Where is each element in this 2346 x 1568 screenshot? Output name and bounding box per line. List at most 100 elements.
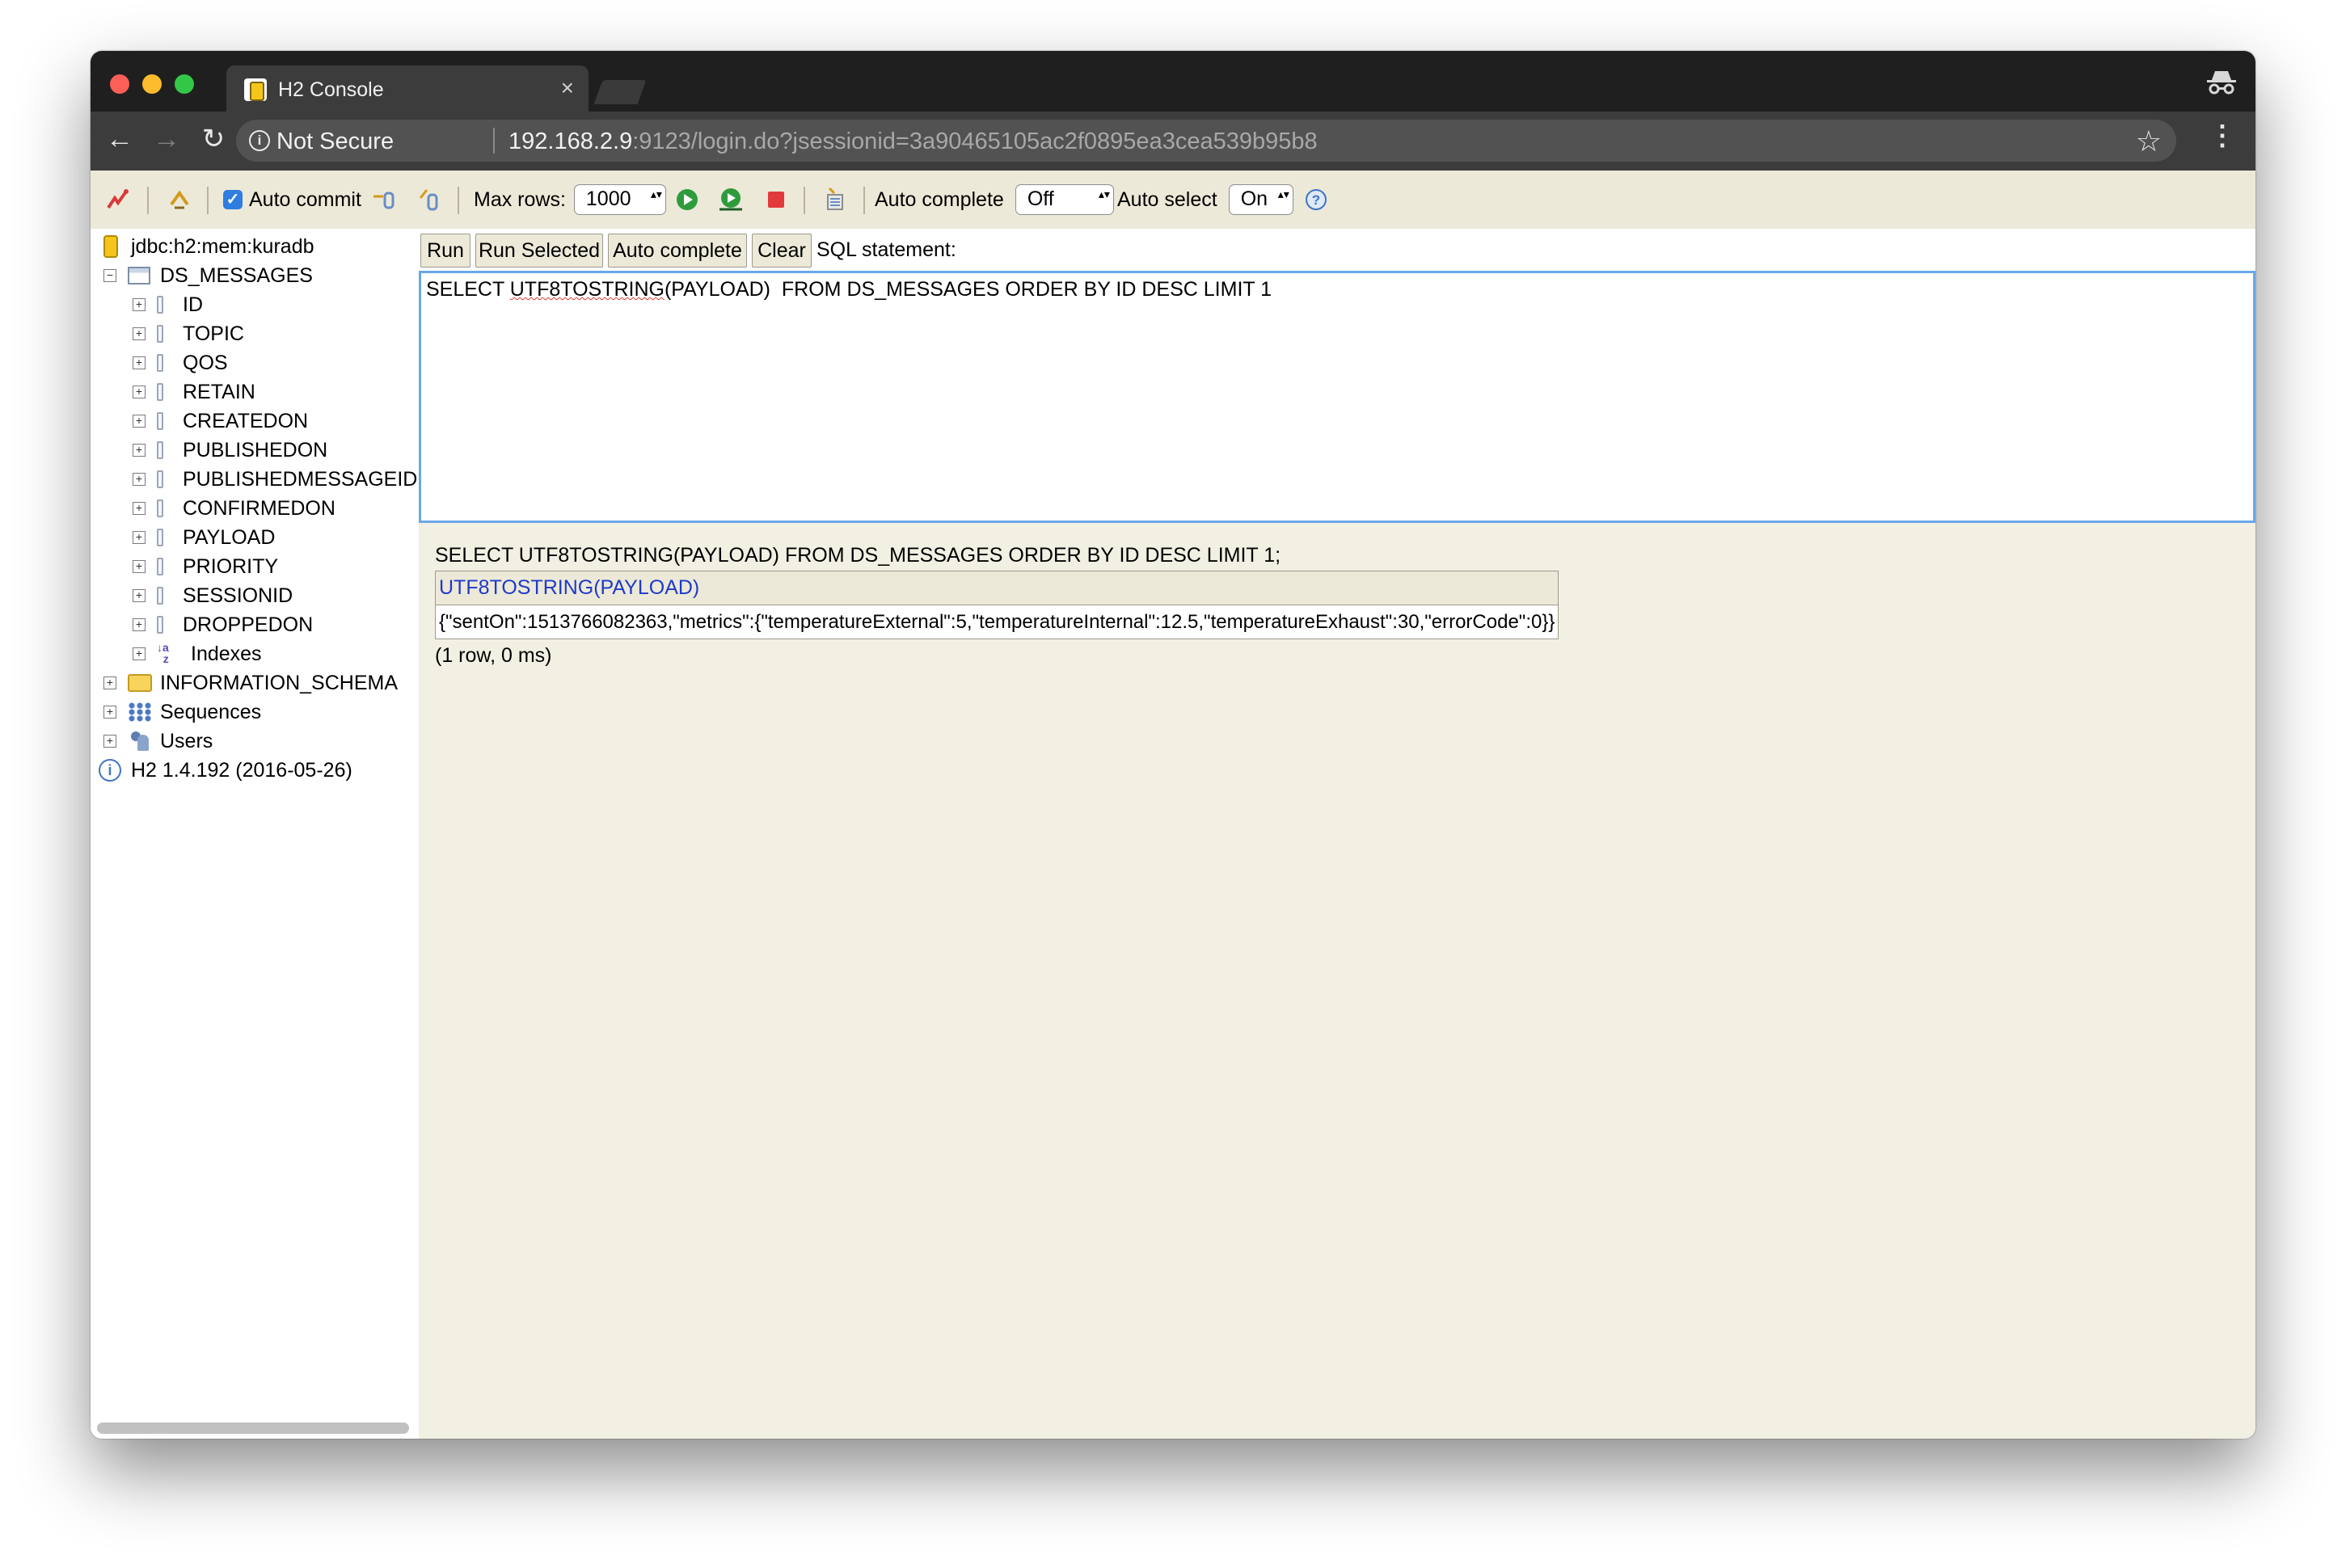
indexes-label: Indexes (191, 642, 262, 665)
expand-icon[interactable]: + (103, 706, 116, 719)
auto-complete-select[interactable]: Off (1015, 184, 1114, 215)
auto-commit-checkbox[interactable]: ✓ (223, 190, 243, 209)
column-icon (157, 354, 163, 372)
incognito-icon (2207, 71, 2236, 95)
column-icon (157, 383, 163, 401)
tree-column[interactable]: + RETAIN (133, 377, 255, 407)
help-button[interactable]: ? (1303, 171, 1329, 229)
clear-button[interactable]: Clear (752, 234, 812, 268)
sql-editor[interactable]: SELECT UTF8TOSTRING(PAYLOAD) FROM DS_MES… (419, 271, 2255, 523)
table-icon (128, 267, 150, 285)
bookmark-star-icon[interactable]: ☆ (2136, 124, 2162, 158)
tree-users[interactable]: + Users (103, 727, 213, 756)
tree-information-schema[interactable]: + INFORMATION_SCHEMA (103, 668, 398, 698)
auto-commit-toggle[interactable]: ✓ Auto commit (223, 171, 361, 229)
max-rows-control: Max rows: 1000 (474, 171, 666, 229)
tree-column[interactable]: + CREATEDON (133, 407, 308, 436)
tree-connection[interactable]: jdbc:h2:mem:kuradb (103, 232, 314, 261)
new-tab-button[interactable] (593, 80, 647, 104)
column-name: RETAIN (183, 380, 255, 403)
maximize-window-button[interactable] (175, 74, 194, 94)
expand-icon[interactable]: + (133, 502, 146, 515)
executed-sql: SELECT UTF8TOSTRING(PAYLOAD) FROM DS_MES… (435, 544, 1281, 567)
tree-column[interactable]: + PAYLOAD (133, 523, 275, 552)
tree-column[interactable]: + PRIORITY (133, 552, 278, 581)
tree-column[interactable]: + PUBLISHEDON (133, 436, 327, 465)
tree-table-ds-messages[interactable]: − DS_MESSAGES (103, 261, 313, 290)
forward-arrow-icon[interactable]: → (149, 121, 184, 157)
expand-icon[interactable]: + (133, 298, 146, 311)
collapse-icon[interactable]: − (103, 269, 116, 282)
tree-column[interactable]: + TOPIC (133, 319, 244, 348)
expand-icon[interactable]: + (103, 677, 116, 689)
divider (493, 128, 495, 154)
tree-column[interactable]: + QOS (133, 348, 228, 377)
reload-icon[interactable]: ↻ (196, 121, 231, 157)
tree-column[interactable]: + ID (133, 290, 203, 319)
stop-button[interactable] (763, 171, 789, 229)
expand-icon[interactable]: + (133, 647, 146, 660)
commit-button[interactable] (372, 171, 398, 229)
help-icon: ? (1306, 189, 1327, 210)
expand-icon[interactable]: + (133, 589, 146, 602)
result-column-header[interactable]: UTF8TOSTRING(PAYLOAD) (434, 571, 1559, 605)
column-icon (157, 558, 163, 575)
tree-indexes[interactable]: + ↓a z Indexes (133, 639, 262, 668)
h2-toolbar: ✓ Auto commit Max rows: 1000 ▴▾ Auto com… (91, 171, 2255, 229)
database-icon (103, 235, 118, 258)
tree-column[interactable]: + CONFIRMEDON (133, 494, 335, 523)
disconnect-button[interactable] (105, 171, 131, 229)
url-path: :9123/login.do?jsessionid=3a90465105ac2f… (632, 129, 1318, 154)
sql-statement-label: SQL statement: (816, 238, 956, 261)
expand-icon[interactable]: + (133, 531, 146, 544)
auto-select-select[interactable]: On (1228, 184, 1293, 215)
folder-icon (128, 674, 152, 692)
close-window-button[interactable] (110, 74, 129, 94)
tab-close-icon[interactable]: × (561, 75, 574, 101)
security-label[interactable]: Not Secure (276, 129, 394, 155)
auto-commit-label: Auto commit (249, 188, 361, 211)
tab-h2-console[interactable]: H2 Console × (226, 65, 589, 112)
tree-column[interactable]: + PUBLISHEDMESSAGEID (133, 465, 417, 494)
tree-column[interactable]: + DROPPEDON (133, 610, 313, 639)
browser-menu-icon[interactable]: ⋮ (2209, 120, 2236, 152)
run-selected-button[interactable]: Run Selected (475, 234, 603, 268)
address-bar[interactable]: i Not Secure 192.168.2.9:9123/login.do?j… (236, 120, 2176, 162)
tab-bar: H2 Console × (91, 51, 2255, 112)
expand-icon[interactable]: + (133, 356, 146, 369)
horizontal-scrollbar[interactable] (97, 1423, 409, 1434)
expand-icon[interactable]: + (133, 473, 146, 486)
column-icon (157, 587, 163, 605)
index-sort-icon: ↓a z (157, 641, 169, 665)
expand-icon[interactable]: + (133, 386, 146, 398)
info-icon[interactable]: i (249, 130, 270, 151)
expand-icon[interactable]: + (133, 444, 146, 457)
run-selected-icon (719, 188, 742, 211)
rollback-button[interactable] (417, 171, 443, 229)
tree-column[interactable]: + SESSIONID (133, 581, 293, 610)
run-selected-button[interactable] (718, 171, 744, 229)
svg-text:?: ? (1312, 192, 1320, 208)
column-name: CREATEDON (183, 409, 309, 432)
expand-icon[interactable]: + (133, 560, 146, 573)
minimize-window-button[interactable] (142, 74, 162, 94)
max-rows-select[interactable]: 1000 (573, 184, 666, 215)
auto-complete-button[interactable]: Auto complete (608, 234, 747, 268)
column-name: SESSIONID (183, 584, 293, 607)
run-button[interactable]: Run (420, 234, 470, 268)
column-icon (157, 441, 163, 459)
result-cell[interactable]: {"sentOn":1513766082363,"metrics":{"temp… (434, 605, 1559, 639)
expand-icon[interactable]: + (133, 618, 146, 631)
expand-icon[interactable]: + (133, 327, 146, 340)
refresh-button[interactable] (167, 171, 192, 229)
expand-icon[interactable]: + (103, 735, 116, 748)
column-icon (157, 470, 163, 488)
run-button[interactable] (674, 171, 700, 229)
history-button[interactable] (821, 171, 847, 229)
table-row: {"sentOn":1513766082363,"metrics":{"temp… (434, 605, 1559, 639)
expand-icon[interactable]: + (133, 415, 146, 428)
tree-sequences[interactable]: + Sequences (103, 698, 261, 727)
back-arrow-icon[interactable]: ← (102, 121, 137, 157)
users-label: Users (160, 729, 213, 752)
url-text[interactable]: 192.168.2.9:9123/login.do?jsessionid=3a9… (508, 129, 1318, 155)
